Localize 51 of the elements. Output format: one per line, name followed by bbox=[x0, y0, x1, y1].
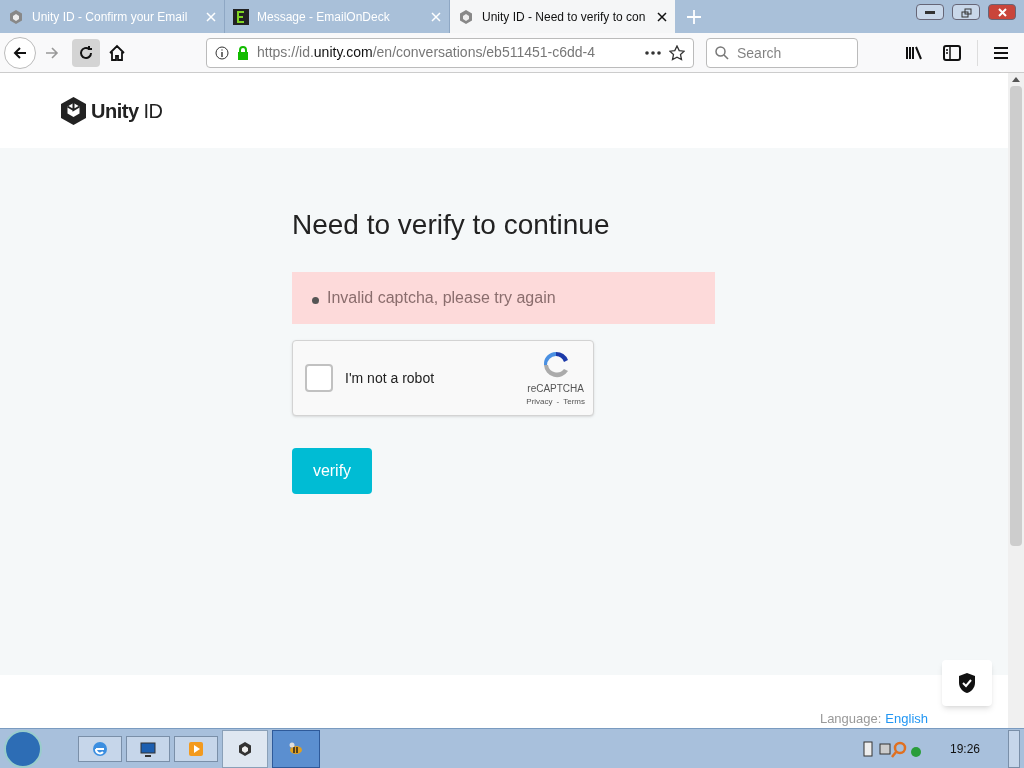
minimize-button[interactable] bbox=[916, 4, 944, 20]
clock-text[interactable]: 19:26 bbox=[949, 739, 980, 758]
reload-button[interactable] bbox=[72, 38, 100, 67]
menu-icon[interactable] bbox=[994, 45, 1008, 60]
restore-button[interactable] bbox=[952, 4, 980, 20]
error-message: Invalid captcha, please try again bbox=[327, 288, 556, 308]
privacy-link[interactable]: Privacy bbox=[526, 395, 553, 408]
language-label: Language: bbox=[819, 709, 882, 728]
scrollbar[interactable] bbox=[1008, 73, 1024, 728]
star-icon[interactable] bbox=[669, 44, 685, 61]
reload-icon bbox=[78, 44, 94, 61]
search-icon bbox=[715, 45, 729, 60]
browser-tab[interactable]: Unity ID - Need to verify to con bbox=[450, 0, 675, 33]
cube-icon bbox=[8, 8, 24, 25]
scroll-up-icon[interactable] bbox=[1012, 77, 1020, 82]
restore-icon bbox=[958, 5, 974, 19]
search-field[interactable]: Search bbox=[706, 37, 858, 68]
cube-logo-icon bbox=[60, 95, 87, 126]
page-heading: Need to verify to continue bbox=[292, 208, 611, 242]
separator-text: - bbox=[556, 395, 560, 408]
tab-title: Message - EmailOnDeck bbox=[257, 8, 391, 26]
lock-icon bbox=[237, 45, 249, 60]
terms-link[interactable]: Terms bbox=[563, 395, 585, 408]
close-button[interactable] bbox=[988, 4, 1016, 20]
recaptcha-label: reCAPTCHA bbox=[527, 381, 584, 396]
sidebar-icon[interactable] bbox=[943, 44, 961, 61]
scroll-thumb[interactable] bbox=[1010, 86, 1022, 546]
forward-arrow-icon[interactable] bbox=[44, 44, 60, 61]
shield-check-icon bbox=[957, 672, 977, 694]
info-icon[interactable] bbox=[215, 45, 229, 60]
library-icon[interactable] bbox=[905, 44, 923, 61]
cube-icon bbox=[458, 8, 474, 25]
bullet-icon bbox=[312, 296, 319, 304]
brand-name: Unity ID bbox=[91, 98, 163, 124]
tray-icons[interactable] bbox=[861, 739, 922, 758]
tab-title: Unity ID - Confirm your Email bbox=[32, 8, 189, 26]
more-icon[interactable] bbox=[645, 50, 661, 55]
home-icon[interactable] bbox=[108, 43, 126, 62]
taskbar-button[interactable] bbox=[222, 729, 268, 768]
tab-title: Unity ID - Need to verify to con bbox=[482, 8, 647, 26]
back-arrow-icon bbox=[12, 44, 28, 61]
captcha-label: I'm not a robot bbox=[345, 368, 436, 388]
privacy-badge[interactable] bbox=[942, 660, 992, 706]
captcha-checkbox[interactable] bbox=[305, 364, 333, 392]
back-button[interactable] bbox=[4, 36, 36, 69]
url-text: https://id.unity.com/en/conversations/eb511451-c6dd-4 bbox=[257, 43, 597, 62]
start-button[interactable] bbox=[4, 729, 42, 768]
address-bar[interactable]: https://id.unity.com/en/conversations/eb511451-c6dd-4 bbox=[206, 37, 694, 68]
letter-e-icon bbox=[233, 8, 249, 25]
close-icon[interactable] bbox=[657, 11, 667, 22]
taskbar-button[interactable] bbox=[126, 735, 170, 762]
